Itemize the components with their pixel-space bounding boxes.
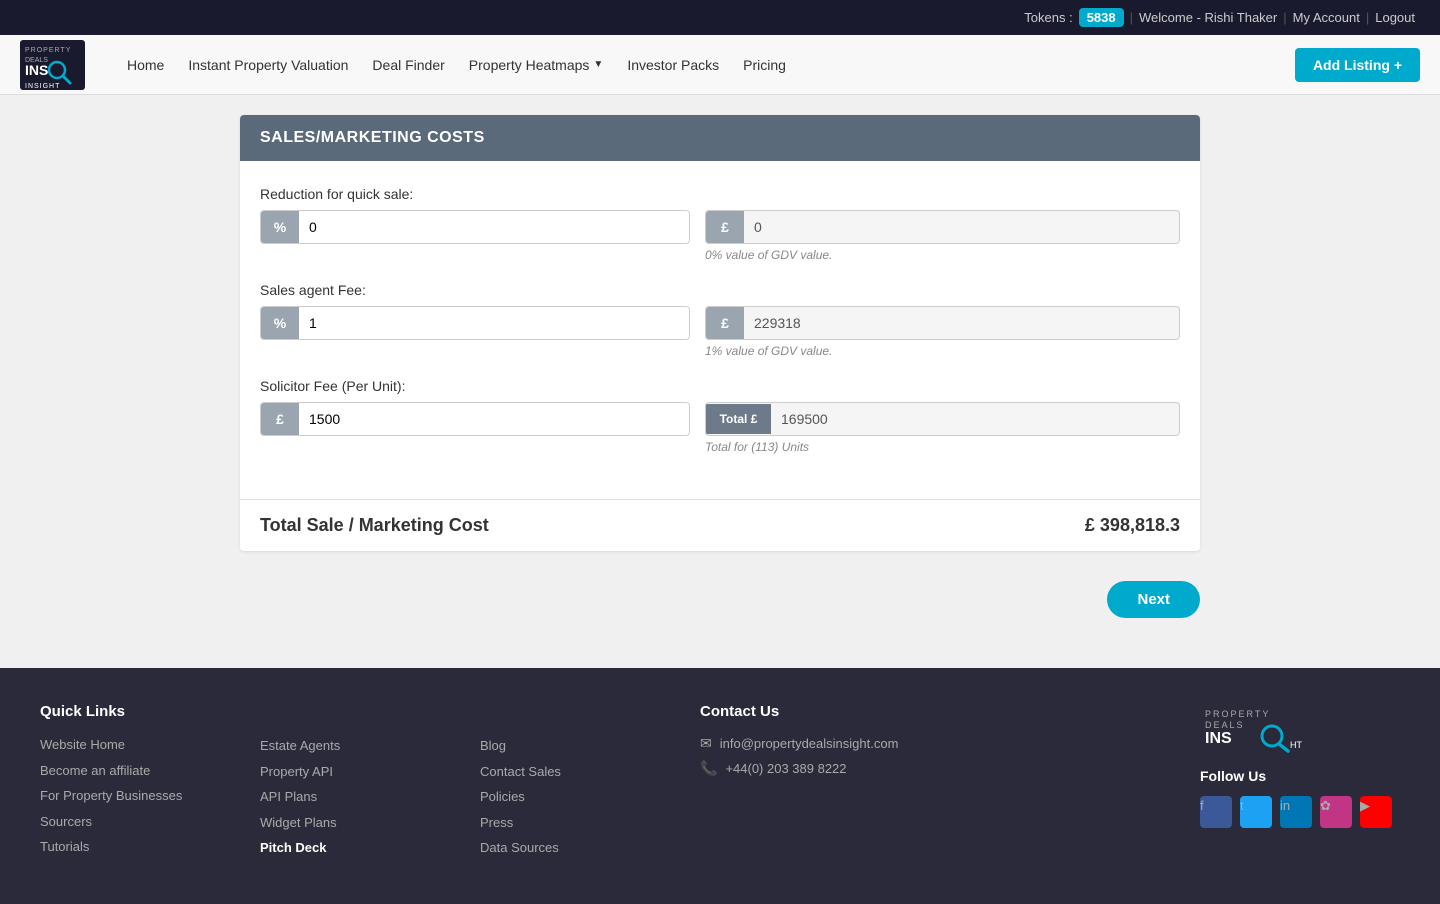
- footer-logo: PROPERTY DEALS INS HT: [1200, 703, 1400, 758]
- reduction-value-display: £ 0: [705, 210, 1180, 244]
- twitter-icon[interactable]: t: [1240, 796, 1272, 828]
- quick-links-title: Quick Links: [40, 703, 240, 720]
- sales-agent-value: 229318: [744, 307, 1179, 339]
- nav-pricing[interactable]: Pricing: [731, 49, 798, 81]
- tokens-label: Tokens :: [1024, 10, 1072, 25]
- separator: |: [1366, 10, 1369, 25]
- reduction-hint: 0% value of GDV value.: [705, 248, 1180, 262]
- phone-icon: 📞: [700, 760, 717, 777]
- nav-investor-packs[interactable]: Investor Packs: [615, 49, 731, 81]
- reduction-percent-input[interactable]: [299, 211, 689, 243]
- solicitor-hint: Total for (113) Units: [705, 440, 1180, 454]
- contact-title: Contact Us: [700, 703, 1180, 720]
- footer-contact: Contact Us ✉ info@propertydealsinsight.c…: [700, 703, 1180, 864]
- total-prefix: Total £: [706, 404, 771, 434]
- svg-text:HT: HT: [1290, 740, 1302, 750]
- solicitor-input[interactable]: [299, 403, 689, 435]
- pound-prefix: £: [706, 211, 744, 243]
- nav-home[interactable]: Home: [115, 49, 176, 81]
- welcome-text: Welcome - Rishi Thaker: [1139, 10, 1277, 25]
- sales-marketing-card: SALES/MARKETING COSTS Reduction for quic…: [240, 115, 1200, 551]
- footer-link-pitch-deck[interactable]: Pitch Deck: [260, 838, 460, 858]
- section-header: SALES/MARKETING COSTS: [240, 115, 1200, 161]
- linkedin-icon[interactable]: in: [1280, 796, 1312, 828]
- solicitor-label: Solicitor Fee (Per Unit):: [260, 378, 1180, 394]
- solicitor-total-value: 169500: [771, 403, 1179, 435]
- logout-link[interactable]: Logout: [1375, 10, 1415, 25]
- next-button[interactable]: Next: [1107, 581, 1200, 618]
- footer-link-tutorials[interactable]: Tutorials: [40, 837, 240, 857]
- reduction-value: 0: [744, 211, 1179, 243]
- sales-agent-row: Sales agent Fee: % £ 229318 1% value of …: [260, 282, 1180, 358]
- separator: |: [1283, 10, 1286, 25]
- social-icons-container: f t in ✿ ▶: [1200, 796, 1400, 834]
- percent-prefix-2: %: [261, 307, 299, 339]
- footer-link-estate-agents[interactable]: Estate Agents: [260, 736, 460, 756]
- separator: |: [1130, 10, 1133, 25]
- follow-us-label: Follow Us: [1200, 768, 1400, 784]
- sales-agent-value-display: £ 229318: [705, 306, 1180, 340]
- svg-text:INS: INS: [1205, 730, 1232, 747]
- footer-col2: Estate Agents Property API API Plans Wid…: [260, 736, 460, 864]
- nav-heatmaps-dropdown[interactable]: Property Heatmaps ▼: [457, 49, 616, 81]
- youtube-icon[interactable]: ▶: [1360, 796, 1392, 828]
- svg-text:DEALS: DEALS: [1205, 720, 1245, 730]
- reduction-percent-input-group: %: [260, 210, 690, 244]
- nav-ipv[interactable]: Instant Property Valuation: [176, 49, 360, 81]
- email-icon: ✉: [700, 735, 712, 752]
- reduction-label: Reduction for quick sale:: [260, 186, 1180, 202]
- facebook-icon[interactable]: f: [1200, 796, 1232, 828]
- footer-link-property-businesses[interactable]: For Property Businesses: [40, 786, 240, 806]
- footer-link-widget-plans[interactable]: Widget Plans: [260, 813, 460, 833]
- reduction-row: Reduction for quick sale: % £ 0 0% value…: [260, 186, 1180, 262]
- footer-logo-icon: PROPERTY DEALS INS HT: [1200, 703, 1320, 753]
- logo[interactable]: PROPERTY DEALS INS INSIGHT: [20, 40, 85, 90]
- svg-text:INS: INS: [25, 62, 48, 78]
- solicitor-row: Solicitor Fee (Per Unit): £ Total £ 1695…: [260, 378, 1180, 454]
- solicitor-total-display: Total £ 169500: [705, 402, 1180, 436]
- footer-col3: Blog Contact Sales Policies Press Data S…: [480, 736, 680, 864]
- footer-link-website-home[interactable]: Website Home: [40, 735, 240, 755]
- percent-prefix: %: [261, 211, 299, 243]
- my-account-link[interactable]: My Account: [1293, 10, 1360, 25]
- footer-link-press[interactable]: Press: [480, 813, 680, 833]
- sales-agent-percent-input-group: %: [260, 306, 690, 340]
- footer-quick-links: Quick Links Website Home Become an affil…: [40, 703, 240, 864]
- footer-link-affiliate[interactable]: Become an affiliate: [40, 761, 240, 781]
- add-listing-button[interactable]: Add Listing +: [1295, 48, 1420, 82]
- svg-text:INSIGHT: INSIGHT: [25, 83, 60, 90]
- footer-link-blog[interactable]: Blog: [480, 736, 680, 756]
- total-row: Total Sale / Marketing Cost £ 398,818.3: [240, 499, 1200, 551]
- footer-link-property-api[interactable]: Property API: [260, 762, 460, 782]
- logo-icon: PROPERTY DEALS INS INSIGHT: [20, 40, 85, 90]
- instagram-icon[interactable]: ✿: [1320, 796, 1352, 828]
- pound-prefix-2: £: [706, 307, 744, 339]
- solicitor-input-group: £: [260, 402, 690, 436]
- contact-email: ✉ info@propertydealsinsight.com: [700, 735, 1180, 752]
- footer-link-contact-sales[interactable]: Contact Sales: [480, 762, 680, 782]
- footer-link-policies[interactable]: Policies: [480, 787, 680, 807]
- footer: Quick Links Website Home Become an affil…: [0, 668, 1440, 904]
- footer-brand: PROPERTY DEALS INS HT Follow Us f t in ✿…: [1200, 703, 1400, 864]
- footer-link-sourcers[interactable]: Sourcers: [40, 812, 240, 832]
- footer-link-api-plans[interactable]: API Plans: [260, 787, 460, 807]
- tokens-badge: 5838: [1079, 8, 1124, 27]
- svg-text:PROPERTY: PROPERTY: [25, 47, 71, 54]
- contact-phone: 📞 +44(0) 203 389 8222: [700, 760, 1180, 777]
- total-label: Total Sale / Marketing Cost: [260, 515, 489, 536]
- sales-agent-hint: 1% value of GDV value.: [705, 344, 1180, 358]
- sales-agent-label: Sales agent Fee:: [260, 282, 1180, 298]
- footer-link-data-sources[interactable]: Data Sources: [480, 838, 680, 858]
- pound-prefix-3: £: [261, 403, 299, 435]
- svg-text:PROPERTY: PROPERTY: [1205, 709, 1270, 719]
- nav-deal-finder[interactable]: Deal Finder: [360, 49, 456, 81]
- total-value: £ 398,818.3: [1085, 515, 1180, 536]
- sales-agent-percent-input[interactable]: [299, 307, 689, 339]
